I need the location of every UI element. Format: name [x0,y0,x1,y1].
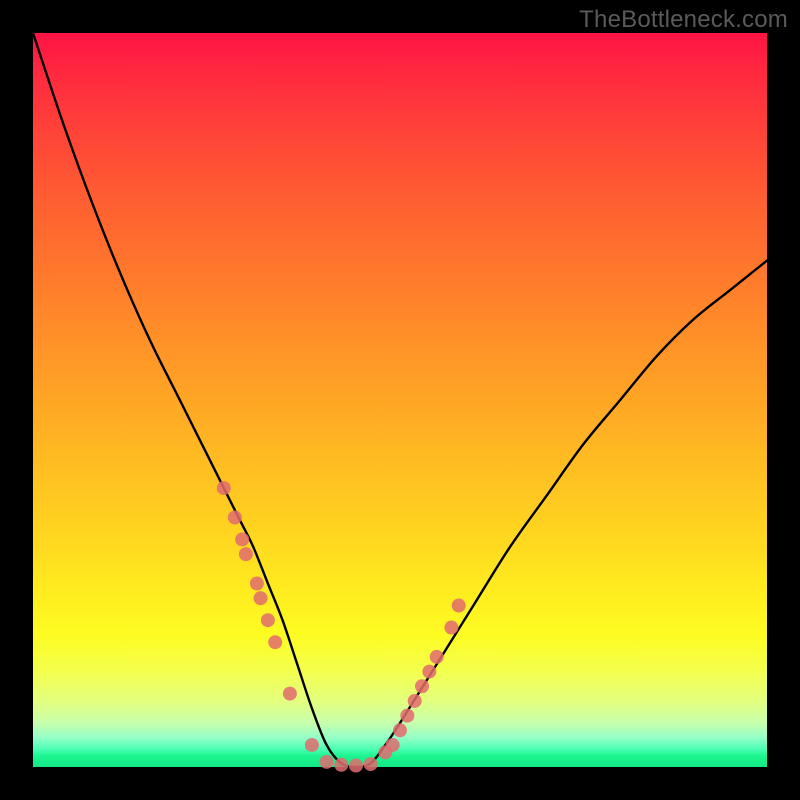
sample-point [268,635,282,649]
sample-point [444,621,458,635]
sample-point [400,709,414,723]
sample-point [349,759,363,773]
sample-point [393,723,407,737]
sample-point [422,665,436,679]
sample-point [239,547,253,561]
chart-frame: TheBottleneck.com [0,0,800,800]
sample-point [320,755,334,769]
sample-point [364,757,378,771]
watermark-text: TheBottleneck.com [579,6,788,34]
chart-svg [33,33,767,767]
sample-point [235,532,249,546]
sample-point [261,613,275,627]
sample-point [386,738,400,752]
sample-point [415,679,429,693]
sample-point [217,481,231,495]
sample-point [408,694,422,708]
sample-point [452,599,466,613]
sample-point [250,577,264,591]
marker-group [217,481,466,772]
bottleneck-curve [33,33,767,767]
sample-point [228,510,242,524]
sample-point [283,687,297,701]
sample-point [254,591,268,605]
sample-point [305,738,319,752]
sample-point [430,650,444,664]
sample-point [334,758,348,772]
plot-area [33,33,767,767]
